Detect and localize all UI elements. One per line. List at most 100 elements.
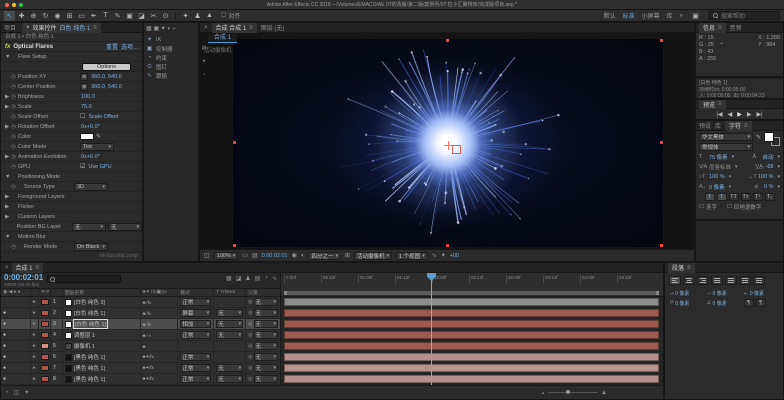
justify-last-center-button[interactable]	[725, 276, 737, 285]
pixel-aspect-icon[interactable]: ∿	[432, 252, 437, 259]
layer-track-row[interactable]	[281, 330, 663, 341]
layer-switches[interactable]: ♣ ∕fx	[143, 322, 152, 327]
zoom-slider-knob[interactable]	[566, 390, 570, 394]
layer-row[interactable]: ● ▸ 6 [黑色 纯色 1] ♣✦∕fx 正常▾	[1, 352, 280, 363]
track-matte-dropdown[interactable]: 无▾	[216, 364, 243, 372]
justify-last-left-button[interactable]	[711, 276, 723, 285]
layer-handle[interactable]	[660, 244, 663, 247]
effect-property-row[interactable]: Options ▾ ▾ ✎	[1, 62, 142, 72]
tab-project[interactable]: 项目	[4, 23, 16, 32]
subscript-toggle[interactable]: T₁	[765, 193, 775, 201]
label-color-chip[interactable]	[41, 365, 49, 371]
layer-switches[interactable]: ♣✦∕fx	[143, 376, 154, 382]
expander-arrow-icon[interactable]: ▶	[5, 204, 11, 210]
blend-mode-dropdown[interactable]: 正常▾	[180, 364, 211, 372]
fill-color-swatch[interactable]	[764, 132, 774, 142]
layer-switches[interactable]: ♣	[143, 344, 146, 349]
layer-duration-bar[interactable]	[284, 353, 659, 361]
draft-3d-icon[interactable]: ◪	[236, 275, 242, 282]
tab-character[interactable]: 字符≡	[725, 121, 752, 131]
tool-button-icon[interactable]: T	[100, 11, 111, 21]
layer-track-row[interactable]	[281, 297, 663, 308]
fx-icon[interactable]: fx	[5, 44, 10, 50]
blend-mode-dropdown[interactable]: 正常▾	[180, 331, 211, 339]
parent-dropdown[interactable]: 无▾	[254, 364, 279, 372]
layer-row[interactable]: ● ▸ 4 调整层 1 ♣ ∕ ◐ 正常▾	[1, 330, 280, 341]
stopwatch-icon[interactable]: ◷	[11, 74, 18, 80]
font-size-value[interactable]: 75 像素	[709, 153, 728, 161]
eye-icon[interactable]: ●	[3, 321, 6, 327]
expander-arrow-icon[interactable]: ▶	[5, 194, 11, 200]
camera-view-dropdown[interactable]: 活动摄像机▾	[354, 252, 392, 260]
pickwhip-icon[interactable]: ◎	[248, 310, 252, 316]
options-button[interactable]: Options	[82, 63, 131, 71]
space-after-field[interactable]: ⇊0 像素	[706, 299, 741, 307]
work-area-bar[interactable]	[284, 291, 659, 295]
panel-menu-icon[interactable]: ≡	[249, 25, 253, 31]
layer-row[interactable]: ● ▸ 2 [白色 纯色 1] ♣ ∕fx 屏幕▾	[1, 308, 280, 319]
rulers-icon[interactable]: ⊞	[345, 252, 350, 259]
property-dropdown-2[interactable]: 无▾	[108, 223, 142, 231]
layer-name[interactable]: [黑色 纯色 1]	[74, 364, 105, 372]
fast-preview-icon[interactable]: ✦	[441, 252, 446, 259]
track-matte-dropdown[interactable]: 无▾	[216, 309, 243, 317]
crosshair-button[interactable]: ⊕	[80, 73, 88, 81]
layer-switches[interactable]: ♣ ∕ ◐	[143, 333, 152, 338]
layer-duration-bar[interactable]	[284, 364, 659, 372]
show-channel-icon[interactable]: ◐	[301, 253, 305, 259]
layer-expander-icon[interactable]: ▸	[33, 365, 36, 371]
pickwhip-icon[interactable]: ◎	[248, 332, 252, 338]
pickwhip-icon[interactable]: ◎	[248, 365, 252, 371]
property-value[interactable]: 0x+0.0°	[81, 154, 100, 160]
dock-item[interactable]: ∿ 跟随	[146, 71, 196, 80]
layer-row[interactable]: ● ▸ 7 [黑色 纯色 1] ♣✦∕fx 正常▾	[1, 363, 280, 374]
eye-icon[interactable]: ●	[3, 365, 6, 371]
play-button[interactable]: ▶	[737, 111, 742, 118]
layer-handle[interactable]	[233, 141, 236, 144]
expander-arrow-icon[interactable]: ▶	[5, 214, 11, 220]
track-matte-dropdown[interactable]: 无▾	[216, 375, 243, 383]
layer-switches[interactable]: ♣✦∕fx	[143, 365, 154, 371]
stopwatch-icon[interactable]: ◷	[11, 94, 18, 100]
layer-row[interactable]: ● ▸ 8 [黑色 纯色 1] ♣✦∕fx 正常▾	[1, 374, 280, 385]
layer-expander-icon[interactable]: ▸	[33, 343, 36, 349]
justify-last-right-button[interactable]	[739, 276, 751, 285]
layer-name[interactable]: [黑色 纯色 1]	[74, 375, 105, 383]
help-search-input[interactable]: 搜索帮助	[708, 11, 780, 20]
effect-property-row[interactable]: ◷ Position XY ⊕ 960.0, 540.0 ▾ ▾ ✎	[1, 72, 142, 82]
last-frame-button[interactable]: ▶|	[756, 111, 762, 118]
timeline-track-area[interactable]: 0:00f00:12f01:00f01:12f02:00f02:12f03:00…	[281, 273, 663, 385]
property-value[interactable]: 960.0, 540.0	[91, 74, 122, 80]
tool-button-icon[interactable]: ✚	[16, 11, 27, 21]
layer-name[interactable]: 摄像机 1	[74, 342, 95, 350]
layer-duration-bar[interactable]	[284, 342, 659, 350]
align-left-button[interactable]	[669, 276, 681, 285]
first-frame-button[interactable]: |◀	[716, 111, 722, 118]
stopwatch-icon[interactable]: ◷	[11, 154, 18, 160]
label-color-chip[interactable]	[41, 354, 49, 360]
property-dropdown[interactable]: On Black▾	[74, 243, 108, 251]
reset-effect-link[interactable]: 重置	[106, 42, 118, 51]
snapshot-icon[interactable]: ◉	[292, 252, 297, 259]
stopwatch-icon[interactable]: ◷	[11, 134, 18, 140]
layer-switches[interactable]: ♣ ∕fx	[143, 300, 152, 305]
previous-frame-button[interactable]: ◀	[728, 111, 733, 118]
stopwatch-icon[interactable]: ◷	[11, 104, 18, 110]
pickwhip-icon[interactable]: ◎	[248, 299, 252, 305]
label-color-chip[interactable]	[41, 376, 49, 382]
timeline-search-input[interactable]	[47, 275, 121, 283]
active-camera-label[interactable]: 活动摄像机	[204, 46, 232, 54]
tool-button-icon[interactable]: ↻	[40, 11, 51, 21]
eye-icon[interactable]: ●	[3, 332, 6, 338]
zoom-out-mountain-icon[interactable]: ▲	[541, 390, 545, 395]
layer-expander-icon[interactable]: ▸	[33, 321, 36, 327]
horizontal-scale-value[interactable]: 100 %	[758, 174, 774, 180]
effect-property-row[interactable]: ▼ Motion Blur ▾ ▾ ✎	[1, 232, 142, 242]
parent-dropdown[interactable]: 无▾	[254, 353, 279, 361]
effect-property-row[interactable]: ▶ Custom Layers ▾ ▾ ✎	[1, 212, 142, 222]
eye-icon[interactable]: ●	[3, 376, 6, 382]
indent-left-field[interactable]: ⇥0 像素	[669, 290, 704, 297]
effect-property-row[interactable]: ◷ GPU ☑ Use GPU ▾ ▾ ✎	[1, 162, 142, 172]
fill-stroke-swatches[interactable]	[764, 132, 780, 146]
text-direction-buttons[interactable]: ¶¶	[744, 299, 779, 307]
